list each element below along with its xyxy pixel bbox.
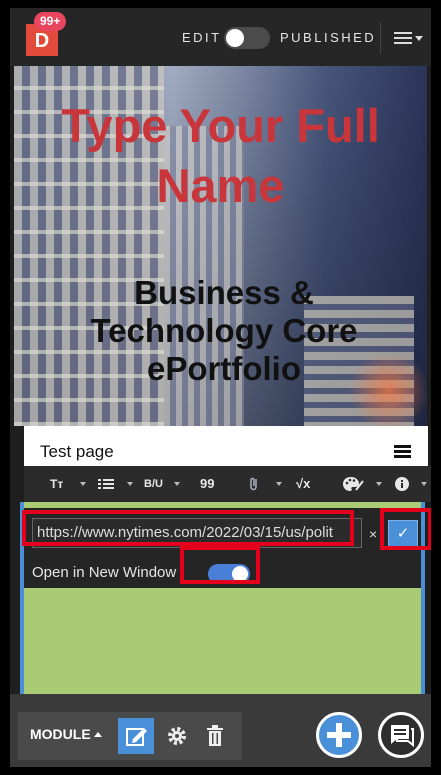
quote-icon[interactable]: 99: [200, 476, 214, 492]
app-frame: D 99+ EDIT PUBLISHED Type Your Full Name…: [10, 8, 431, 767]
confirm-link-button[interactable]: ✓: [388, 520, 418, 548]
formula-icon[interactable]: √x: [296, 476, 310, 492]
page-bar: Test page: [24, 426, 428, 466]
chevron-up-icon[interactable]: [94, 732, 102, 737]
new-window-label: Open in New Window: [32, 564, 177, 581]
menu-icon[interactable]: [394, 32, 412, 44]
text-size-icon[interactable]: Tт: [50, 476, 63, 492]
list-icon[interactable]: [98, 476, 116, 492]
notification-badge: 99+: [34, 12, 67, 31]
chevron-down-icon[interactable]: [376, 482, 382, 486]
module-menu-button[interactable]: MODULE: [30, 726, 91, 742]
bottom-toolbar: MODULE: [10, 694, 431, 767]
chevron-down-icon[interactable]: [80, 482, 86, 486]
toggle-knob: [226, 29, 244, 47]
page-title[interactable]: Test page: [40, 442, 114, 462]
page-menu-icon[interactable]: [394, 445, 411, 458]
edit-publish-toggle[interactable]: [224, 27, 270, 49]
published-label: PUBLISHED: [280, 30, 377, 45]
palette-icon[interactable]: [342, 476, 364, 492]
hero-banner: Type Your Full Name Business & Technolog…: [14, 66, 427, 426]
link-editor: https://www.nytimes.com/2022/03/15/us/po…: [24, 508, 421, 588]
clear-url-icon[interactable]: ×: [369, 526, 377, 542]
hero-subtitle[interactable]: Business & Technology Core ePortfolio: [54, 274, 394, 388]
trash-icon[interactable]: [198, 718, 232, 754]
chevron-down-icon[interactable]: [415, 36, 423, 41]
chevron-down-icon[interactable]: [276, 482, 282, 486]
chevron-down-icon[interactable]: [421, 482, 427, 486]
toggle-knob: [232, 566, 248, 582]
hero-name[interactable]: Type Your Full Name: [14, 96, 427, 216]
module-edit-area[interactable]: https://www.nytimes.com/2022/03/15/us/po…: [20, 502, 425, 694]
chevron-down-icon[interactable]: [127, 482, 133, 486]
chevron-down-icon[interactable]: [174, 482, 180, 486]
attachment-icon[interactable]: [248, 476, 260, 492]
divider: [380, 22, 381, 54]
add-module-button[interactable]: [316, 712, 362, 758]
editor-toolbar: Tт B/U 99 √x: [24, 466, 431, 502]
edit-label: EDIT: [182, 30, 222, 45]
gear-icon[interactable]: [162, 718, 192, 754]
url-input[interactable]: https://www.nytimes.com/2022/03/15/us/po…: [32, 518, 362, 548]
top-bar: D 99+ EDIT PUBLISHED: [10, 8, 431, 66]
info-icon[interactable]: [394, 476, 410, 492]
bold-italic-underline-icon[interactable]: B/U: [144, 476, 163, 492]
new-window-toggle[interactable]: [208, 564, 250, 584]
edit-icon[interactable]: [118, 718, 154, 754]
chat-icon[interactable]: [378, 712, 424, 758]
